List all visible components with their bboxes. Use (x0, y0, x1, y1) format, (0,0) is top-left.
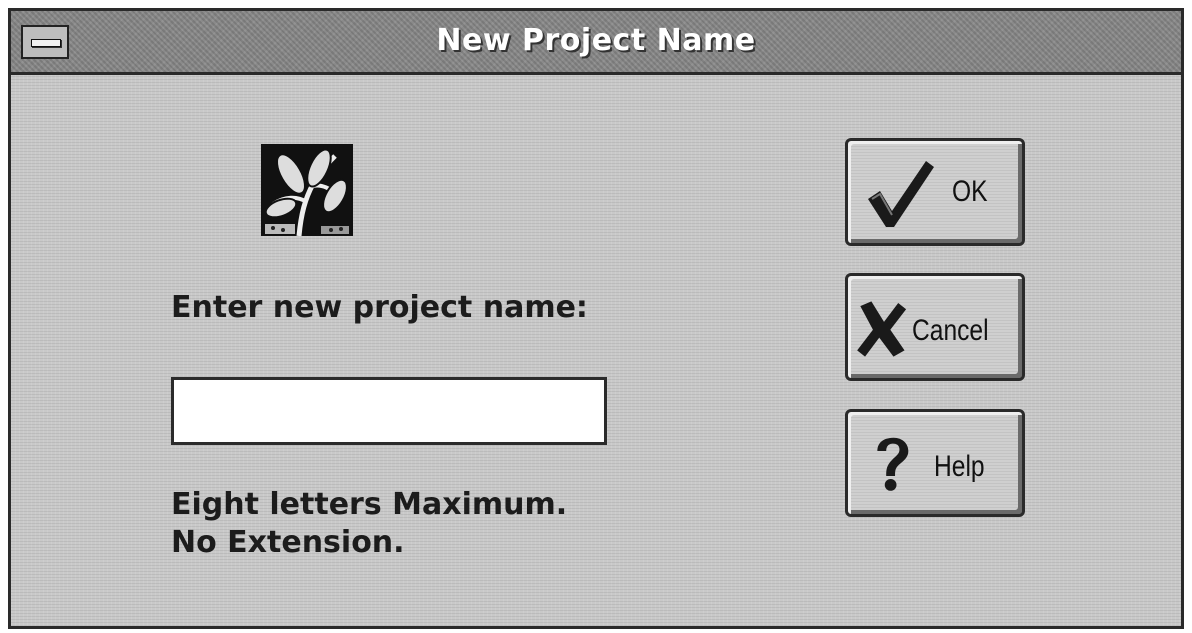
project-name-input[interactable] (171, 377, 607, 445)
ok-button[interactable]: OK (845, 138, 1025, 246)
question-mark-icon (877, 437, 909, 491)
help-button[interactable]: Help (845, 409, 1025, 517)
x-mark-icon (857, 301, 907, 357)
dialog-title: New Project Name (436, 23, 756, 58)
plant-leaves-logo (261, 144, 353, 237)
title-bar: New Project Name (11, 11, 1181, 75)
cancel-button[interactable]: Cancel (845, 273, 1025, 381)
hint-no-extension: No Extension. (171, 525, 405, 560)
cancel-button-label: Cancel (912, 314, 989, 347)
hint-max-letters: Eight letters Maximum. (171, 487, 568, 522)
name-constraints-hint: Eight letters Maximum. No Extension. (171, 486, 567, 562)
ok-button-label: OK (952, 175, 988, 208)
project-name-label: Enter new project name: (171, 290, 588, 325)
new-project-name-dialog: New Project Name Enter new project name:… (8, 8, 1184, 629)
help-button-label: Help (934, 450, 985, 483)
checkmark-icon (868, 161, 934, 227)
